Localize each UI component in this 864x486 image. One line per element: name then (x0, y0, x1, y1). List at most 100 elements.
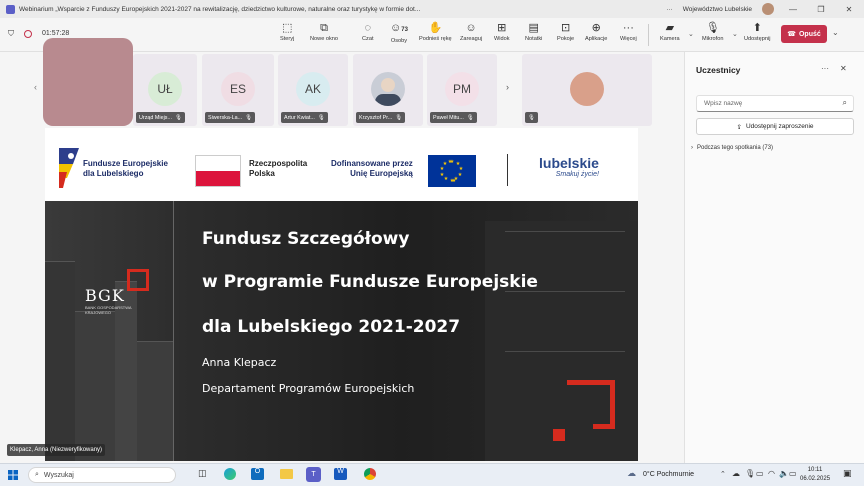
chevron-down-icon[interactable]: ⌄ (732, 30, 738, 38)
search-icon: ⌕ (842, 98, 847, 107)
shield-icon: ⛉ (8, 29, 14, 38)
chevron-down-icon[interactable]: ⌄ (832, 28, 839, 37)
participant-name: Krzysztof Pr... 🎙 (356, 112, 406, 123)
wifi-icon[interactable]: ◠ (768, 469, 775, 478)
rooms-icon: ⊡ (560, 22, 571, 34)
bgk-logo-text: BGK (85, 286, 125, 305)
participant-avatar: UŁ (148, 72, 182, 106)
account-avatar[interactable] (762, 3, 774, 15)
participant-tile[interactable]: UŁ Urząd Miejs... 🎙 (133, 54, 197, 126)
view-icon: ⊞ (497, 22, 507, 34)
chrome-icon[interactable] (364, 468, 376, 480)
share-invite-icon: ⇪ (736, 123, 742, 131)
bg-building (137, 341, 173, 461)
mic-off-icon: 🎙 (705, 22, 720, 34)
microphone-icon[interactable]: 🎙 (745, 469, 755, 478)
volume-icon[interactable]: 🔈 (779, 469, 789, 478)
people-button[interactable]: ☺73 Osoby (390, 20, 408, 44)
participant-tile[interactable]: ES Siwerska-La... 🎙 (202, 54, 274, 126)
slide-title-line3: dla Lubelskiego 2021-2027 (202, 317, 461, 337)
participants-panel: Uczestnicy ··· ✕ Wpisz nazwę ⌕ ⇪ Udostęp… (684, 52, 864, 463)
file-explorer-icon[interactable] (280, 469, 293, 479)
rooms-button[interactable]: ⊡ Pokoje (557, 20, 574, 42)
fe-flag-icon (59, 148, 79, 188)
participant-search-input[interactable]: Wpisz nazwę ⌕ (696, 95, 854, 112)
chevron-right-icon: › (506, 82, 509, 92)
outlook-icon[interactable]: O (251, 468, 264, 480)
panel-title: Uczestnicy (696, 65, 741, 75)
weather-text[interactable]: 0°C Pochmurnie (643, 471, 694, 478)
chevron-up-icon[interactable]: ⌃ (720, 470, 726, 478)
slide-title-line2: w Programie Fundusze Europejskie (202, 272, 538, 292)
participant-name: Siwerska-La... 🎙 (205, 112, 255, 123)
raise-hand-button[interactable]: ✋ Podnieś rękę (419, 20, 452, 42)
windows-start-icon[interactable] (8, 470, 18, 480)
bg-building (485, 221, 638, 461)
share-invite-button[interactable]: ⇪ Udostępnij zaproszenie (696, 118, 854, 135)
battery-icon[interactable]: ▭ (789, 469, 797, 478)
leave-button[interactable]: ☎ Opuść (781, 25, 827, 43)
word-icon[interactable]: W (334, 468, 347, 480)
more-icon[interactable]: ··· (821, 64, 829, 73)
notes-button[interactable]: ▤ Notatki (525, 20, 542, 42)
self-view-tile[interactable]: 🎙 (522, 54, 652, 126)
edge-icon[interactable] (224, 468, 236, 480)
slide-author: Anna Klepacz (202, 356, 277, 369)
apps-icon: ⊕ (591, 22, 601, 34)
mic-off-icon: 🎙 (174, 114, 182, 121)
participant-photo (371, 72, 405, 106)
restore-icon[interactable]: ❐ (812, 5, 830, 14)
cloud-icon[interactable]: ☁ (732, 469, 740, 478)
task-view-icon[interactable]: ◫ (198, 468, 207, 479)
window-title: Webinarium „Wsparcie z Funduszy Europejs… (19, 5, 421, 13)
more-button[interactable]: ··· Więcej (620, 20, 637, 42)
react-button[interactable]: ☺ Zareaguj (460, 20, 482, 42)
close-icon[interactable]: ✕ (840, 5, 858, 14)
share-icon: ⬆ (752, 22, 762, 34)
eu-flag-icon: ★ ★★★ ★★★★ ★★ ★★ (428, 155, 476, 187)
chevron-down-icon[interactable]: ⌄ (688, 30, 694, 38)
notifications-icon[interactable]: ▣ (843, 468, 852, 479)
teams-icon[interactable]: T (306, 467, 321, 482)
participant-avatar: PM (445, 72, 479, 106)
chat-button[interactable]: ◌ Czat (362, 20, 374, 42)
participant-name: Urząd Miejs... 🎙 (136, 112, 185, 123)
taskbar-clock[interactable]: 10:11 06.02.2025 (800, 466, 830, 484)
self-mic-indicator: 🎙 (525, 112, 538, 123)
svg-text:★: ★ (440, 172, 445, 178)
participant-name: Paweł Mitu... 🎙 (430, 112, 477, 123)
more-options-button[interactable]: ··· (666, 6, 673, 13)
new-window-button[interactable]: ⧉ Nowe okno (310, 20, 338, 42)
weather-cloud-icon: ☁ (627, 468, 636, 478)
participant-tile[interactable]: AK Artur Kwiat... 🎙 (278, 54, 348, 126)
people-icon: ☺73 (390, 22, 408, 34)
minimize-icon[interactable]: — (784, 5, 802, 14)
taskbar-search[interactable]: ⌕ Wyszukaj (28, 467, 176, 483)
raise-hand-icon: ✋ (428, 22, 443, 34)
redacted-participant-tile (43, 38, 133, 126)
share-screen-icon: ⬚ (281, 22, 293, 34)
camera-button[interactable]: ▰ Kamera (660, 20, 680, 42)
meeting-timer: 01:57:28 (42, 30, 70, 37)
red-square-decoration (553, 429, 565, 441)
mic-off-icon: 🎙 (245, 114, 252, 121)
mic-off-icon: 🎙 (528, 114, 535, 121)
account-name[interactable]: Województwo Lubelskie (683, 6, 752, 13)
participant-tile[interactable]: Krzysztof Pr... 🎙 (353, 54, 423, 126)
windows-taskbar: ⌕ Wyszukaj ◫ O T W ☁ 0°C Pochmurnie ⌃ ☁ … (0, 463, 864, 486)
share-button[interactable]: ⬆ Udostępnij (744, 20, 770, 42)
apps-button[interactable]: ⊕ Aplikacje (585, 20, 607, 42)
microphone-button[interactable]: 🎙 Mikrofon (702, 20, 723, 42)
participant-tile[interactable]: PM Paweł Mitu... 🎙 (427, 54, 497, 126)
strip-next-button[interactable]: › (501, 54, 518, 126)
share-screen-button[interactable]: ⬚ Sterуj (280, 20, 294, 42)
window-titlebar: Webinarium „Wsparcie z Funduszy Europejs… (0, 0, 864, 18)
close-icon[interactable]: ✕ (840, 64, 847, 73)
video-icon[interactable]: ▭ (756, 469, 764, 478)
react-icon: ☺ (465, 22, 477, 34)
recording-icon (24, 30, 32, 38)
view-button[interactable]: ⊞ Widok (494, 20, 510, 42)
in-meeting-section[interactable]: › Podczas tego spotkania (73) (691, 145, 773, 151)
teams-icon (6, 4, 15, 14)
chat-icon: ◌ (364, 22, 372, 34)
